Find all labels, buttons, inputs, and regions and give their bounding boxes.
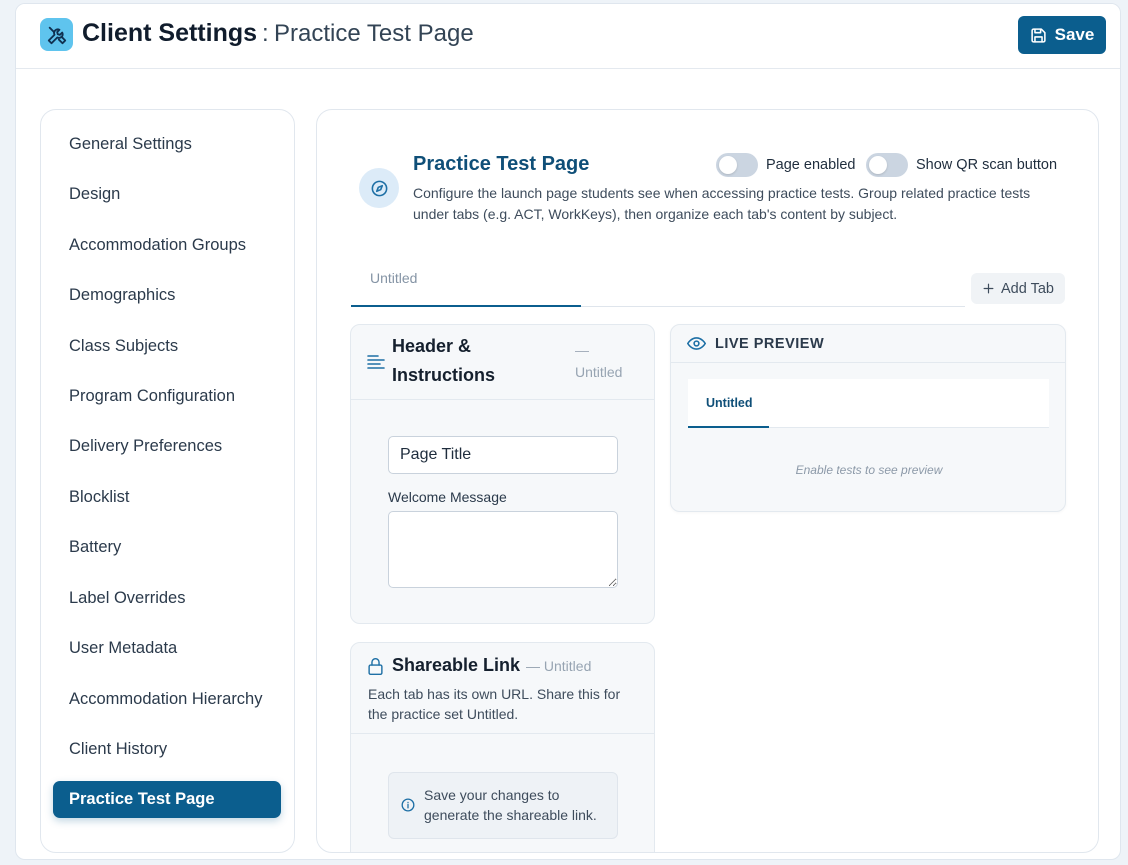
shareable-link-header: Shareable Link — Untitled Each tab has i… (351, 643, 654, 734)
live-preview-card: LIVE PREVIEW Untitled Enable tests to se… (670, 324, 1066, 512)
qr-scan-toggle[interactable] (866, 153, 908, 177)
sidebar-item-accommodation-hierarchy[interactable]: Accommodation Hierarchy (53, 681, 281, 718)
save-notice: Save your changes to generate the sharea… (388, 772, 618, 839)
page-enabled-label: Page enabled (766, 157, 856, 173)
top-bar: Client Settings : Practice Test Page Sav… (16, 4, 1120, 69)
add-tab-label: Add Tab (1001, 280, 1054, 297)
sidebar-item-design[interactable]: Design (53, 176, 281, 213)
save-notice-text: Save your changes to generate the sharea… (424, 787, 597, 823)
sidebar-item-battery[interactable]: Battery (53, 529, 281, 566)
welcome-message-textarea[interactable] (388, 511, 618, 588)
practice-test-panel: Practice Test Page Configure the launch … (316, 109, 1099, 853)
settings-sidebar: General Settings Design Accommodation Gr… (40, 109, 295, 853)
header-instructions-header: Header & Instructions — Untitled (351, 325, 654, 400)
sidebar-item-class-subjects[interactable]: Class Subjects (53, 328, 281, 365)
page-subtitle: Practice Test Page (274, 20, 474, 47)
plus-icon (983, 283, 994, 294)
align-left-icon (367, 355, 385, 369)
shareable-link-description: Each tab has its own URL. Share this for… (368, 686, 621, 722)
preview-tab-bar: Untitled (688, 379, 1049, 428)
title-separator: : (262, 20, 269, 47)
welcome-message-label: Welcome Message (388, 489, 507, 505)
sidebar-item-label-overrides[interactable]: Label Overrides (53, 580, 281, 617)
sidebar-item-demographics[interactable]: Demographics (53, 277, 281, 314)
shareable-link-title: Shareable Link (392, 655, 521, 675)
page-title-input[interactable] (388, 436, 618, 474)
preview-empty-message: Enable tests to see preview (795, 463, 943, 477)
live-preview-header: LIVE PREVIEW (671, 325, 1065, 363)
sidebar-item-practice-test-page[interactable]: Practice Test Page (53, 781, 281, 818)
page-enabled-toggle[interactable] (716, 153, 758, 177)
lock-icon (368, 658, 383, 675)
tools-icon (40, 18, 73, 51)
shareable-link-card: Shareable Link — Untitled Each tab has i… (350, 642, 655, 852)
header-instructions-dash: — (575, 342, 589, 358)
sidebar-item-blocklist[interactable]: Blocklist (53, 479, 281, 516)
sidebar-item-general-settings[interactable]: General Settings (53, 126, 281, 163)
shareable-link-tab-name: — Untitled (526, 658, 592, 674)
header-instructions-title: Header & Instructions (392, 336, 496, 385)
sidebar-item-accommodation-groups[interactable]: Accommodation Groups (53, 227, 281, 264)
preview-tab-untitled[interactable]: Untitled (688, 379, 769, 428)
sidebar-item-program-configuration[interactable]: Program Configuration (53, 378, 281, 415)
page-title: Client Settings (82, 19, 258, 47)
section-title: Practice Test Page (413, 153, 590, 175)
live-preview-title: LIVE PREVIEW (715, 336, 825, 352)
tab-untitled[interactable]: Untitled (351, 260, 581, 307)
compass-icon (359, 168, 399, 208)
sidebar-item-delivery-preferences[interactable]: Delivery Preferences (53, 428, 281, 465)
save-button[interactable]: Save (1018, 16, 1106, 54)
save-button-label: Save (1054, 25, 1095, 44)
section-description: Configure the launch page students see w… (413, 185, 1031, 222)
sidebar-item-user-metadata[interactable]: User Metadata (53, 630, 281, 667)
qr-scan-label: Show QR scan button (916, 157, 1058, 173)
app-window: Client Settings : Practice Test Page Sav… (15, 3, 1121, 860)
info-icon (401, 798, 415, 812)
header-instructions-tab-name: Untitled (575, 364, 623, 380)
floppy-disk-icon (1030, 27, 1046, 43)
eye-icon (687, 337, 706, 350)
header-instructions-card: Header & Instructions — Untitled Welcome… (350, 324, 655, 624)
add-tab-button[interactable]: Add Tab (971, 273, 1065, 304)
sidebar-item-client-history[interactable]: Client History (53, 731, 281, 768)
